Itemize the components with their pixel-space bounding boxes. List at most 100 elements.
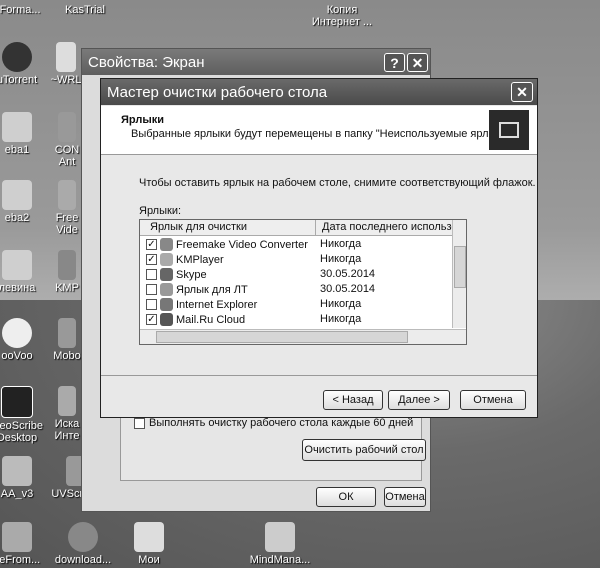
desktop-icon-kmp[interactable]: KMP (50, 250, 84, 294)
help-icon: ? (390, 55, 399, 71)
properties-cancel-button[interactable]: Отмена (384, 487, 426, 507)
ok-label: ОК (338, 491, 354, 503)
clean-every-60-days-checkbox[interactable] (134, 417, 145, 429)
column-shortcut[interactable]: Ярлык для очистки (140, 220, 316, 235)
clean-every-60-days-option[interactable]: Выполнять очистку рабочего стола каждые … (134, 417, 413, 429)
list-row[interactable]: Skype 30.05.2014 (140, 267, 450, 282)
desktop-icon-label: CON (54, 144, 80, 156)
desktop-icon-videoscribe[interactable]: ideoScribeDesktop (0, 386, 48, 444)
row-shortcut-cell: ✓ KMPlayer (146, 253, 224, 266)
list-row[interactable]: Ярлык для ЛТ 30.05.2014 (140, 282, 450, 297)
close-icon: ✕ (516, 84, 528, 100)
desktop-icon-moi[interactable]: Мои (118, 522, 180, 566)
folder-icon (134, 522, 164, 552)
row-name: Internet Explorer (176, 298, 258, 311)
freemake-icon (58, 180, 76, 210)
shortcuts-list[interactable]: Ярлык для очистки Дата последнего исполь… (139, 219, 467, 345)
search-icon (58, 386, 76, 416)
desktop-icon-vefrom[interactable]: veFrom... (0, 522, 48, 566)
row-shortcut-cell: Ярлык для ЛТ (146, 283, 248, 296)
row-checkbox[interactable] (146, 269, 157, 280)
desktop-icon-internet-copy[interactable]: Копия Интернет ... (302, 4, 382, 28)
desktop-icon-utorrent[interactable]: uTorrent (0, 42, 48, 86)
row-name: Freemake Video Converter (176, 238, 308, 251)
image-icon (2, 250, 32, 280)
list-header: Ярлык для очистки Дата последнего исполь… (140, 220, 456, 236)
properties-close-button[interactable]: ✕ (407, 53, 428, 72)
desktop-icon-label: ooVoo (1, 350, 33, 362)
list-row[interactable]: ✓ KMPlayer Никогда (140, 252, 450, 267)
ok-button[interactable]: ОК (316, 487, 376, 507)
document-icon (56, 42, 76, 72)
list-row[interactable]: ✓ Mail.Ru Cloud Никогда (140, 312, 450, 327)
next-button[interactable]: Далее > (388, 390, 450, 410)
desktop-icon-download[interactable]: download... (50, 522, 116, 566)
desktop-icon-con[interactable]: CON Ant (50, 112, 84, 168)
row-date: Никогда (320, 238, 362, 250)
desktop-icon-iska[interactable]: Иска Инте (50, 386, 84, 442)
wizard-close-button[interactable]: ✕ (511, 82, 533, 102)
desktop-icon-label: KMP (55, 282, 79, 294)
clean-desktop-button[interactable]: Очистить рабочий стол (302, 439, 426, 461)
desktop-icon-oovoo[interactable]: ooVoo (0, 318, 48, 362)
row-checkbox[interactable] (146, 299, 157, 310)
wizard-cancel-button[interactable]: Отмена (460, 390, 526, 410)
close-icon: ✕ (411, 55, 424, 71)
footer-divider (101, 375, 537, 376)
desktop-icon-levina[interactable]: левина (0, 250, 48, 294)
desktop-icon-label: ~WRL (50, 74, 82, 86)
desktop-icon-eba2[interactable]: eba2 (0, 180, 48, 224)
back-button[interactable]: < Назад (323, 390, 383, 410)
scroll-thumb[interactable] (156, 331, 408, 343)
desktop-icon-free-video[interactable]: Free Vide (50, 180, 84, 236)
desktop-icon-kastrial[interactable]: KasTrial (54, 4, 116, 16)
instruction-text: Чтобы оставить ярлык на рабочем столе, с… (139, 177, 536, 189)
properties-cancel-label: Отмена (385, 491, 425, 503)
desktop-icon-label: eba1 (4, 144, 30, 156)
app-icon (160, 238, 173, 251)
row-shortcut-cell: Skype (146, 268, 207, 281)
clean-desktop-label: Очистить рабочий стол (304, 444, 424, 456)
desktop-icon-label: KasTrial (65, 4, 105, 16)
desktop-icon-label: Mobo (53, 350, 81, 362)
list-row[interactable]: ✓ Freemake Video Converter Никогда (140, 237, 450, 252)
app-icon (160, 268, 173, 281)
desktop-icon-label: eForma... (0, 4, 41, 16)
desktop-icon-label: veFrom... (0, 554, 41, 566)
row-name: Ярлык для ЛТ (176, 283, 248, 296)
app-icon (160, 283, 173, 296)
clean-every-60-days-label: Выполнять очистку рабочего стола каждые … (149, 417, 414, 429)
wizard-cancel-label: Отмена (473, 394, 513, 406)
desktop-icon-label: download... (54, 554, 112, 566)
image-icon (2, 180, 32, 210)
list-row[interactable]: Internet Explorer Никогда (140, 297, 450, 312)
row-checkbox[interactable]: ✓ (146, 314, 157, 325)
desktop-icon-eba1[interactable]: eba1 (0, 112, 48, 156)
aa-icon (2, 456, 32, 486)
column-last-used[interactable]: Дата последнего использов (318, 220, 456, 235)
horizontal-scrollbar[interactable] (140, 329, 466, 344)
desktop-icon-aa-v3[interactable]: AA_v3 (0, 456, 48, 500)
row-checkbox[interactable]: ✓ (146, 254, 157, 265)
desktop-icon-label: AA_v3 (0, 488, 34, 500)
shortcut-icon (58, 112, 76, 142)
desktop-icon-label: eba2 (4, 212, 30, 224)
help-button[interactable]: ? (384, 53, 405, 72)
scroll-thumb[interactable] (454, 246, 466, 288)
header-description: Выбранные ярлыки будут перемещены в папк… (131, 128, 515, 140)
desktop-icon-wrl[interactable]: ~WRL (46, 42, 86, 86)
row-checkbox[interactable] (146, 284, 157, 295)
desktop-icon-mindmana[interactable]: MindMana... (240, 522, 320, 566)
properties-title: Свойства: Экран (88, 53, 205, 71)
desktop-icon-label: MindMana... (249, 554, 311, 566)
mindmanager-icon (265, 522, 295, 552)
vertical-scrollbar[interactable] (452, 220, 466, 328)
properties-titlebar: Свойства: Экран (82, 49, 430, 75)
desktop-icon-mobo[interactable]: Mobo (50, 318, 84, 362)
desktop-icon-label: левина (0, 282, 36, 294)
row-name: KMPlayer (176, 253, 224, 266)
desktop-icon-eforma[interactable]: eForma... (0, 4, 48, 16)
row-checkbox[interactable]: ✓ (146, 239, 157, 250)
row-shortcut-cell: Internet Explorer (146, 298, 257, 311)
download-arrow-icon (2, 522, 32, 552)
